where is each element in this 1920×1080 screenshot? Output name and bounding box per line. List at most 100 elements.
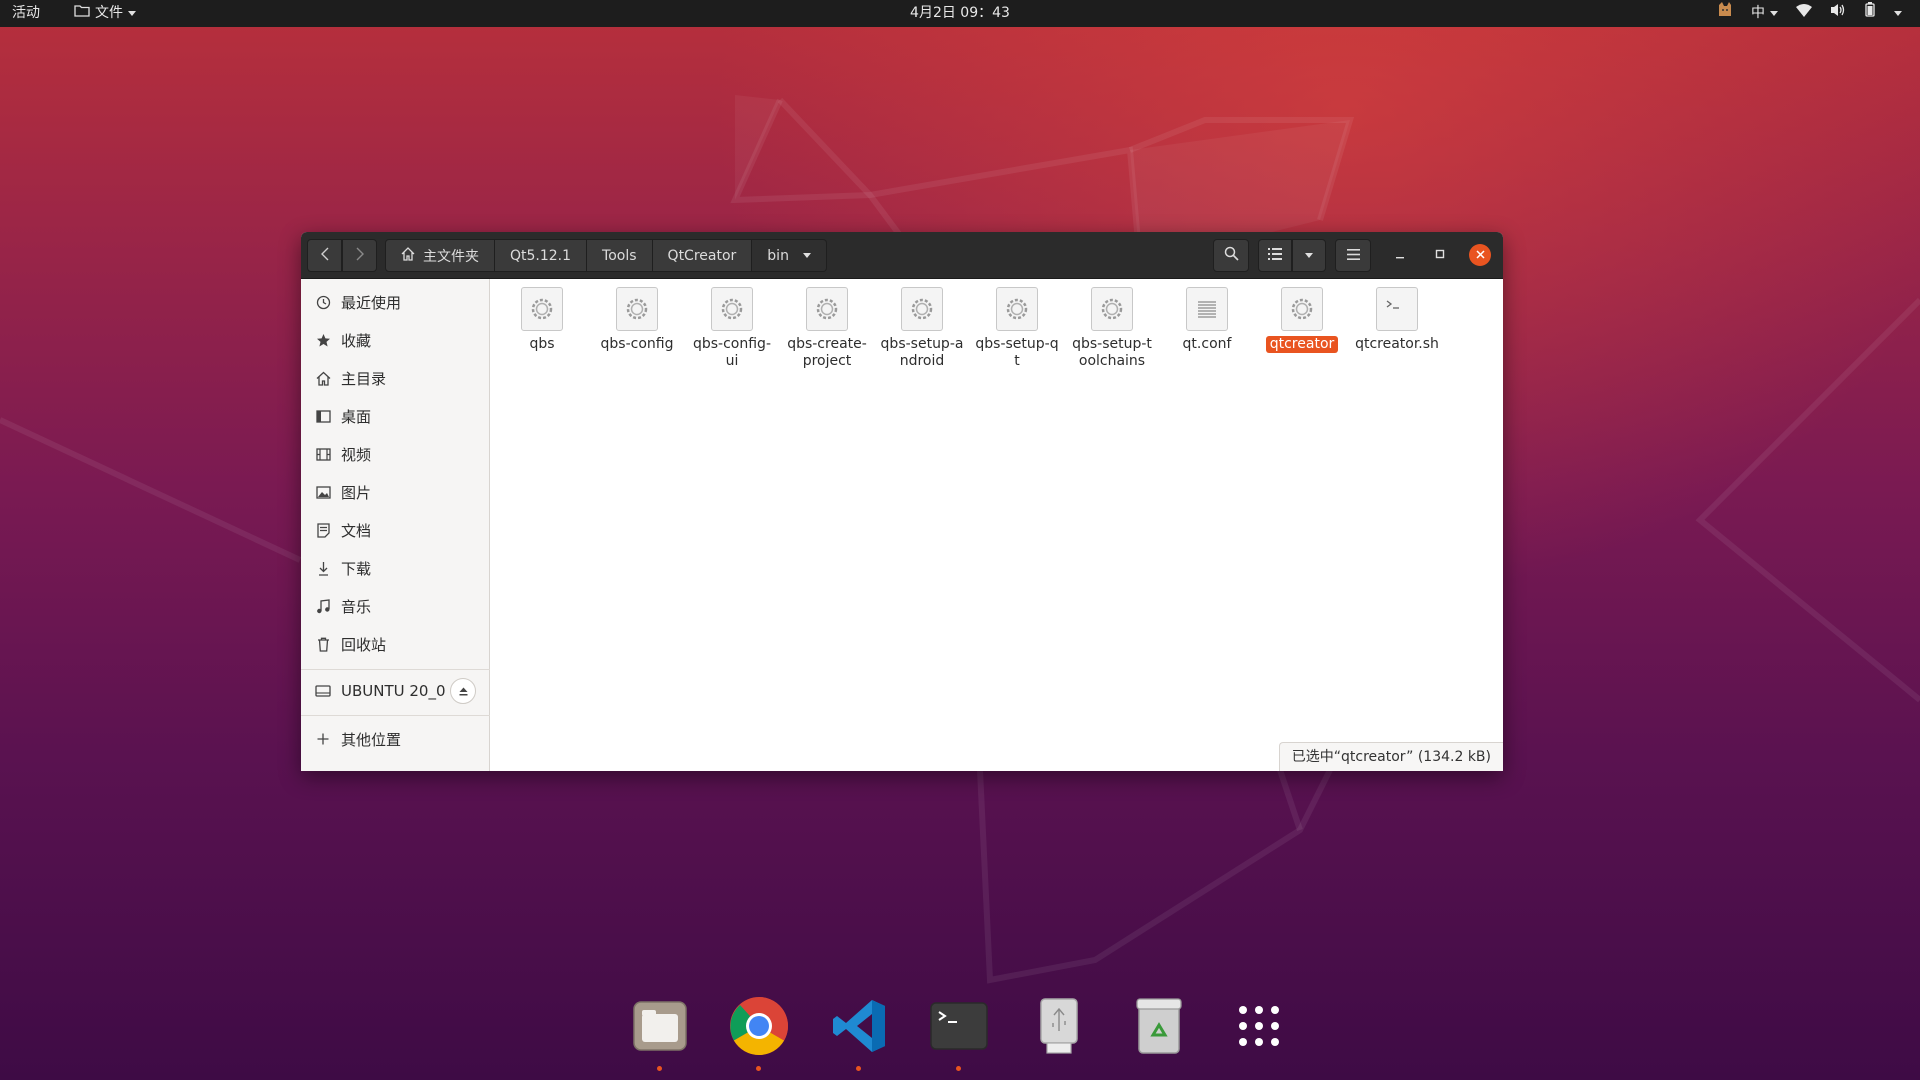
volume-icon[interactable] [1830,0,1846,27]
sidebar-item-home[interactable]: 主目录 [301,359,490,397]
sidebar-item-pictures[interactable]: 图片 [301,473,490,511]
path-crumb-qtcreator[interactable]: QtCreator [652,239,753,272]
wifi-icon[interactable] [1796,0,1812,27]
drive-icon [315,683,331,699]
sidebar-item-starred[interactable]: 收藏 [301,321,490,359]
sidebar-item-label: 桌面 [341,407,372,426]
executable-file-icon [806,287,848,331]
dock-vscode[interactable] [829,998,889,1071]
file-item[interactable]: qbs-create-project [782,287,872,370]
close-button[interactable] [1469,244,1491,266]
executable-file-icon [616,287,658,331]
path-crumb-home[interactable]: 主文件夹 [385,239,495,272]
header-bar: 主文件夹 Qt5.12.1 Tools QtCreator bin [301,232,1503,279]
system-menu-chevron-icon[interactable] [1894,11,1902,16]
file-item[interactable]: qbs-config [592,287,682,353]
sidebar-item-label: 文档 [341,521,372,540]
file-item[interactable]: qbs-config-ui [687,287,777,370]
dock-usb-drive[interactable] [1029,998,1089,1058]
file-item[interactable]: qbs [497,287,587,353]
file-item[interactable]: qbs-setup-android [877,287,967,370]
dock-terminal[interactable] [929,998,989,1071]
folder-icon [74,0,90,27]
file-name: qbs [529,336,555,352]
music-icon [315,598,331,614]
system-tray[interactable]: 中 [1717,0,1902,27]
back-button[interactable] [307,239,342,272]
sidebar-item-device[interactable]: UBUNTU 20_0 [301,672,490,710]
file-name: qbs-setup-android [880,336,964,369]
clock-label[interactable]: 4月2日 09：43 [910,5,1010,21]
top-bar: 活动 文件 4月2日 09：43 中 [0,0,1920,27]
file-item[interactable]: qbs-setup-qt [972,287,1062,370]
input-method-label: 中 [1751,5,1765,21]
file-item-selected[interactable]: qtcreator [1257,287,1347,353]
activities-button[interactable]: 活动 [12,0,40,27]
file-name: qbs-config-ui [692,336,771,369]
file-item[interactable]: qtcreator.sh [1352,287,1442,353]
path-crumb-qt5[interactable]: Qt5.12.1 [495,239,588,272]
hamburger-icon [1346,248,1360,264]
app-menu-label: 文件 [95,5,123,21]
file-manager-window: 主文件夹 Qt5.12.1 Tools QtCreator bin 最近使用 收… [301,232,1503,771]
sidebar-item-desktop[interactable]: 桌面 [301,397,490,435]
files-app-icon [632,998,688,1058]
sidebar-item-label: 回收站 [341,635,387,654]
dock-trash[interactable] [1129,998,1189,1058]
cat-app-icon[interactable] [1717,0,1733,27]
file-name: qbs-create-project [787,336,867,369]
forward-button[interactable] [342,239,377,272]
running-indicator [657,1066,662,1071]
sidebar-item-downloads[interactable]: 下载 [301,549,490,587]
battery-icon[interactable] [1864,0,1876,27]
search-button[interactable] [1213,239,1249,272]
file-name: qtcreator [1265,336,1339,353]
desktop-icon [315,408,331,424]
view-options-button[interactable] [1292,239,1326,272]
executable-file-icon [996,287,1038,331]
sidebar-item-label: 其他位置 [341,730,402,749]
clock: 4月2日 09：43 [0,0,1920,27]
hamburger-menu-button[interactable] [1335,239,1371,272]
path-crumb-label: 主文件夹 [423,248,479,265]
text-file-icon [1186,287,1228,331]
sidebar-item-documents[interactable]: 文档 [301,511,490,549]
sidebar-item-recent[interactable]: 最近使用 [301,283,490,321]
input-method-indicator[interactable]: 中 [1751,0,1778,27]
close-icon [1475,248,1485,263]
list-view-button[interactable] [1258,239,1292,272]
dock-files[interactable] [630,998,690,1071]
sidebar-item-trash[interactable]: 回收站 [301,625,490,663]
trash-icon [315,636,331,652]
file-item[interactable]: qt.conf [1162,287,1252,353]
executable-file-icon [521,287,563,331]
maximize-button[interactable] [1429,244,1451,266]
chevron-down-icon [128,11,136,16]
sidebar-item-label: 音乐 [341,597,372,616]
sidebar-item-other-locations[interactable]: 其他位置 [301,720,490,758]
file-item[interactable]: qbs-setup-toolchains [1067,287,1157,370]
file-name: qtcreator.sh [1355,336,1439,352]
sidebar: 最近使用 收藏 主目录 桌面 视频 图片 文档 下载 音乐 回收站 UBUNTU… [301,279,490,771]
path-crumb-label: bin [767,247,789,264]
sidebar-item-label: UBUNTU 20_0 [341,682,446,700]
sidebar-item-music[interactable]: 音乐 [301,587,490,625]
dock-chrome[interactable] [729,997,789,1071]
executable-file-icon [1281,287,1323,331]
sidebar-item-label: 收藏 [341,331,372,350]
sidebar-item-label: 最近使用 [341,293,402,312]
path-crumb-bin[interactable]: bin [752,239,827,272]
star-icon [315,332,331,348]
app-menu-files[interactable]: 文件 [74,0,136,27]
sidebar-item-videos[interactable]: 视频 [301,435,490,473]
minimize-button[interactable] [1389,244,1411,266]
chevron-down-icon [802,253,811,258]
dock-show-apps[interactable] [1229,998,1289,1058]
sidebar-divider [301,715,490,716]
eject-button[interactable] [450,678,476,704]
executable-file-icon [901,287,943,331]
path-bar: 主文件夹 Qt5.12.1 Tools QtCreator bin [385,239,827,272]
sidebar-divider [301,669,490,670]
search-icon [1224,246,1239,265]
path-crumb-tools[interactable]: Tools [587,239,653,272]
